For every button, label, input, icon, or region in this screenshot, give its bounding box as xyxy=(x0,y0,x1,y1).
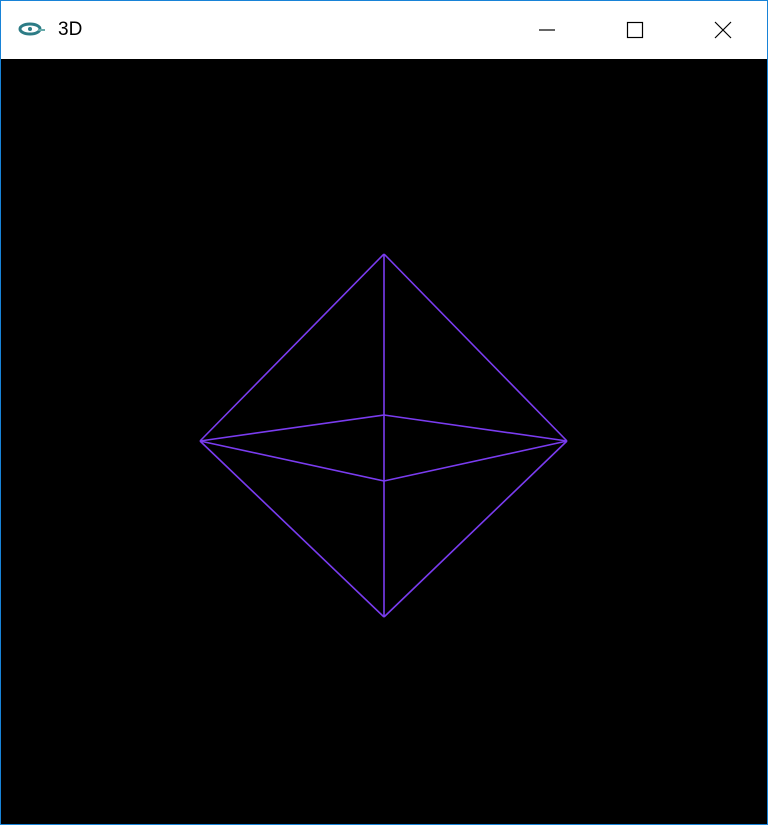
edge-bottom-right xyxy=(383,440,568,618)
maximize-button[interactable] xyxy=(591,1,679,59)
edge-top-left xyxy=(199,253,385,442)
title-bar[interactable]: 3D xyxy=(1,1,767,59)
edge-back-right xyxy=(383,414,568,442)
edge-bottom-left xyxy=(199,440,385,618)
minimize-button[interactable] xyxy=(503,1,591,59)
edge-left-front xyxy=(199,440,385,482)
close-button[interactable] xyxy=(679,1,767,59)
window-title: 3D xyxy=(58,19,83,40)
close-icon xyxy=(714,21,732,39)
octahedron-wireframe xyxy=(199,253,568,618)
edge-front-right xyxy=(383,440,568,482)
minimize-icon xyxy=(539,29,555,31)
app-eye-icon xyxy=(18,22,45,36)
app-window: 3D xyxy=(0,0,768,825)
edge-left-back xyxy=(199,414,385,442)
maximize-icon xyxy=(626,21,644,39)
render-canvas[interactable] xyxy=(1,59,767,824)
edge-top-right xyxy=(383,253,568,442)
